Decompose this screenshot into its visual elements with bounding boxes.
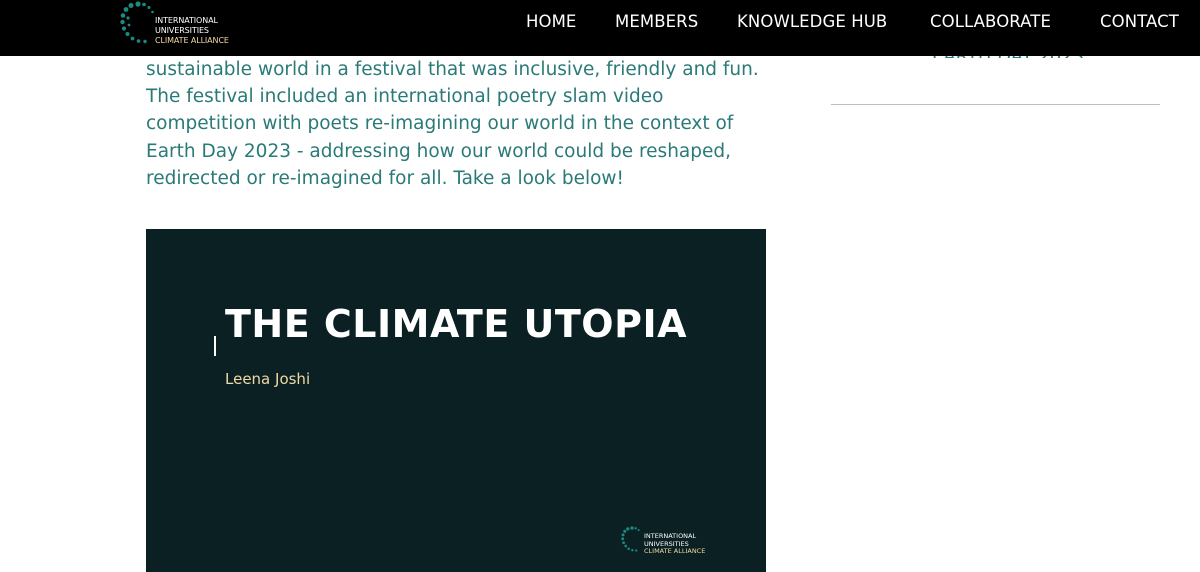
video-embed[interactable]: THE CLIMATE UTOPIA Leena Joshi INTERNATI… — [146, 229, 766, 572]
video-logo-wordmark: INTERNATIONAL UNIVERSITIES CLIMATE ALLIA… — [644, 532, 706, 556]
article-line: sustainable world in a festival that was… — [146, 59, 759, 80]
article-line: redirected or re-imagined for all. Take … — [146, 167, 624, 189]
nav-members[interactable]: MEMBERS — [615, 12, 698, 32]
dotted-circle-logo-icon — [621, 526, 640, 552]
logo-line-3: CLIMATE ALLIANCE — [155, 36, 229, 45]
video-logo-line-3: CLIMATE ALLIANCE — [644, 547, 706, 555]
sidebar-divider — [831, 104, 1160, 105]
article-line: Earth Day 2023 - addressing how our worl… — [146, 140, 732, 162]
article-line: competition with poets re-imagining our … — [146, 113, 734, 135]
nav-contact[interactable]: CONTACT — [1100, 12, 1179, 32]
video-title: THE CLIMATE UTOPIA — [225, 302, 688, 346]
nav-knowledge-hub[interactable]: KNOWLEDGE HUB — [737, 12, 887, 32]
article-body: sustainable world in a festival that was… — [146, 56, 806, 192]
nav-collaborate[interactable]: COLLABORATE — [930, 12, 1051, 32]
nav-home[interactable]: HOME — [526, 12, 576, 32]
site-header: INTERNATIONAL UNIVERSITIES CLIMATE ALLIA… — [0, 0, 1200, 56]
video-logo: INTERNATIONAL UNIVERSITIES CLIMATE ALLIA… — [620, 525, 730, 559]
main-nav: HOME MEMBERS KNOWLEDGE HUB COLLABORATE C… — [0, 12, 1200, 34]
text-cursor-icon — [214, 336, 216, 356]
article-line: The festival included an international p… — [146, 86, 664, 108]
video-author: Leena Joshi — [225, 370, 311, 388]
